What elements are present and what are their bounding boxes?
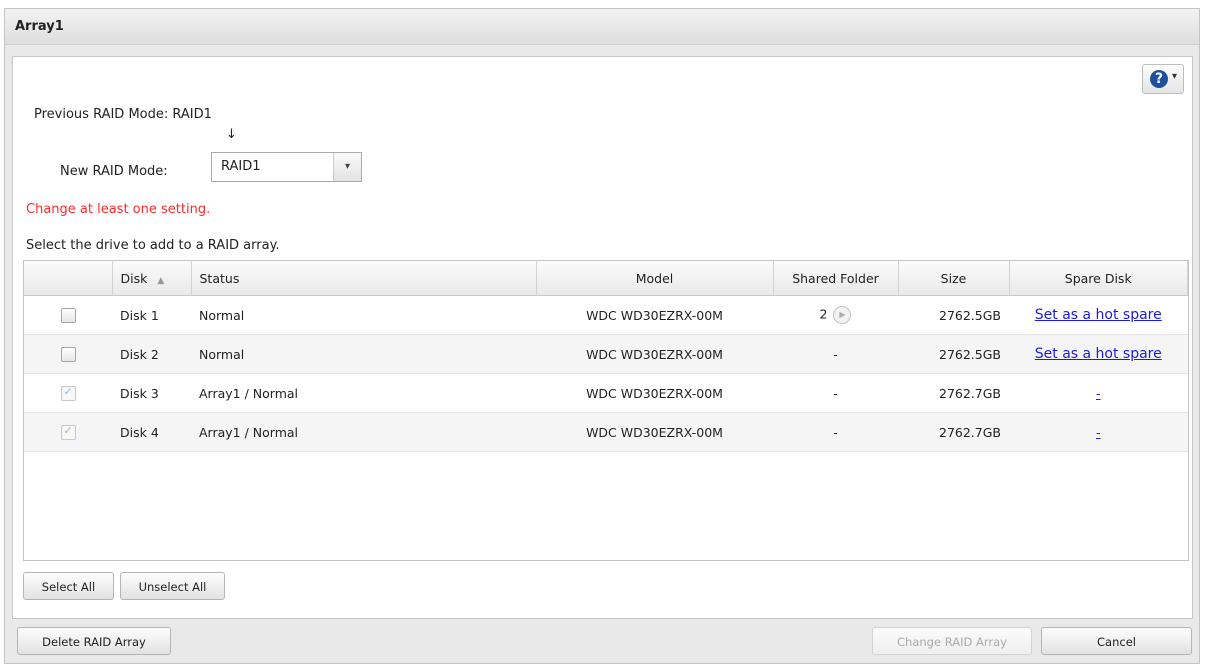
model-cell: WDC WD30EZRX-00M [536,412,773,452]
drive-table: Disk ▲ Status Model Shared Folder Size S… [23,260,1189,561]
spare-disk-cell: - [1009,412,1188,452]
size-cell: 2762.7GB [898,373,1009,413]
col-size[interactable]: Size [898,261,1010,296]
instruction-text: Select the drive to add to a RAID array. [26,238,280,253]
size-cell: 2762.5GB [898,334,1009,374]
question-icon: ? [1150,70,1168,88]
disk-cell: Disk 2 [112,334,191,374]
shared-folder-cell: 2 ▶ [773,295,898,335]
previous-raid-mode: Previous RAID Mode: RAID1 [34,107,212,122]
set-hot-spare-link[interactable]: Set as a hot spare [1035,346,1162,362]
col-disk-label: Disk [120,270,148,286]
spare-disk-link[interactable]: - [1096,386,1101,401]
status-cell: Array1 / Normal [191,412,536,452]
sort-ascending-icon: ▲ [157,275,165,286]
col-status[interactable]: Status [191,261,537,296]
shared-folder-cell: - [773,334,898,374]
col-disk[interactable]: Disk ▲ [112,261,192,296]
model-cell: WDC WD30EZRX-00M [536,295,773,335]
select-all-button[interactable]: Select All [23,572,114,600]
set-hot-spare-link[interactable]: Set as a hot spare [1035,307,1162,323]
table-row[interactable]: Disk 2 Normal WDC WD30EZRX-00M - 2762.5G… [24,334,1188,374]
shared-folder-count: 2 [819,306,828,322]
size-cell: 2762.7GB [898,412,1009,452]
spare-disk-cell: - [1009,373,1188,413]
array-dialog: Array1 ? ▾ Previous RAID Mode: RAID1 ↓ N… [4,8,1200,664]
col-model[interactable]: Model [536,261,774,296]
new-raid-mode-select[interactable]: RAID1 ▾ [211,152,362,182]
disk-cell: Disk 3 [112,373,191,413]
disk-cell: Disk 1 [112,295,191,335]
help-button[interactable]: ? ▾ [1142,64,1184,94]
previous-raid-mode-value: RAID1 [172,107,212,122]
table-row[interactable]: Disk 4 Array1 / Normal WDC WD30EZRX-00M … [24,412,1188,452]
col-spare-disk[interactable]: Spare Disk [1009,261,1188,296]
shared-folder-cell: - [773,373,898,413]
col-shared-folder[interactable]: Shared Folder [773,261,899,296]
new-raid-mode-label: New RAID Mode: [60,164,168,179]
arrow-down-icon: ↓ [226,127,237,142]
row-checkbox[interactable] [60,424,76,440]
window-title: Array1 [15,19,64,34]
cancel-button[interactable]: Cancel [1041,627,1192,655]
table-header-row: Disk ▲ Status Model Shared Folder Size S… [24,261,1188,296]
size-cell: 2762.5GB [898,295,1009,335]
change-raid-array-button[interactable]: Change RAID Array [872,627,1032,655]
status-cell: Normal [191,334,536,374]
title-bar: Array1 [5,9,1199,45]
main-panel: ? ▾ Previous RAID Mode: RAID1 ↓ New RAID… [12,56,1193,619]
previous-raid-mode-label: Previous RAID Mode: [34,107,169,122]
table-row[interactable]: Disk 3 Array1 / Normal WDC WD30EZRX-00M … [24,373,1188,413]
unselect-all-button[interactable]: Unselect All [120,572,225,600]
play-icon[interactable]: ▶ [833,306,852,324]
model-cell: WDC WD30EZRX-00M [536,373,773,413]
spare-disk-link[interactable]: - [1096,425,1101,440]
new-raid-mode-value: RAID1 [221,159,261,174]
row-checkbox[interactable] [60,308,76,323]
chevron-down-icon: ▾ [1172,71,1178,82]
col-select [24,261,113,296]
chevron-down-icon: ▾ [333,153,361,181]
delete-raid-array-button[interactable]: Delete RAID Array [17,627,171,655]
model-cell: WDC WD30EZRX-00M [536,334,773,374]
status-cell: Normal [191,295,536,335]
row-checkbox[interactable] [60,347,76,362]
status-cell: Array1 / Normal [191,373,536,413]
spare-disk-cell: Set as a hot spare [1009,334,1188,374]
row-checkbox[interactable] [60,385,76,401]
spare-disk-cell: Set as a hot spare [1009,295,1188,335]
shared-folder-cell: - [773,412,898,452]
table-row[interactable]: Disk 1 Normal WDC WD30EZRX-00M 2 ▶ 2762.5… [24,295,1188,335]
disk-cell: Disk 4 [112,412,191,452]
warning-message: Change at least one setting. [26,202,211,217]
